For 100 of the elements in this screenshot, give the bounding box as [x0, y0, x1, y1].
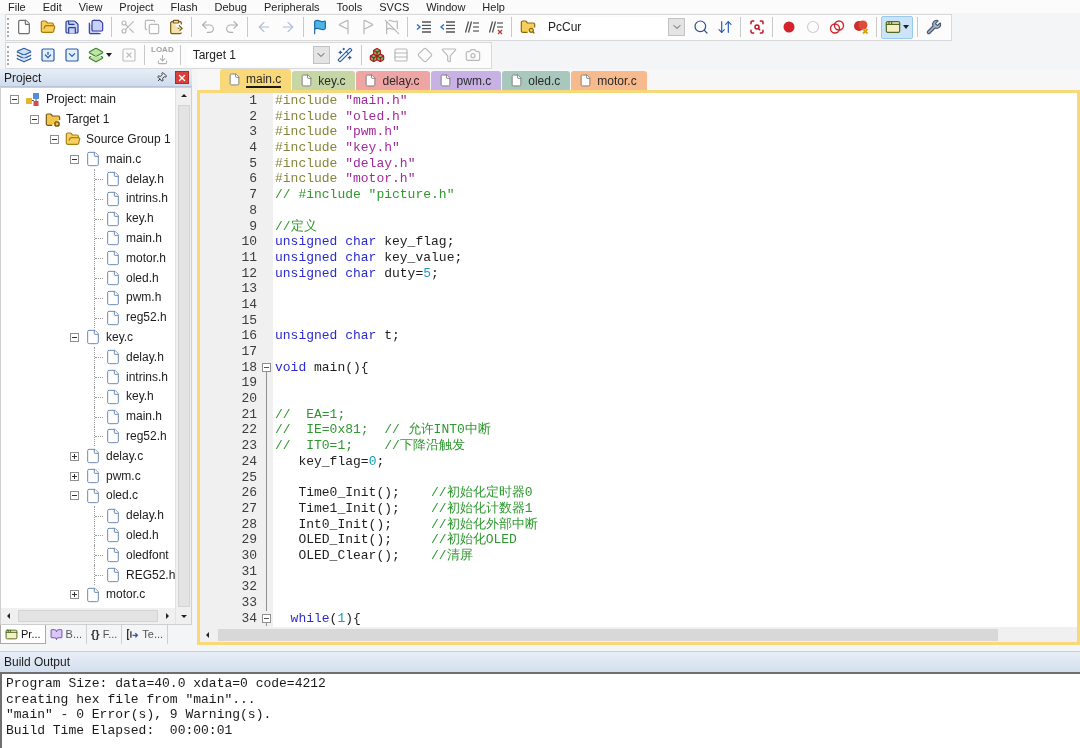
tree-item[interactable]: oledfont — [126, 547, 169, 563]
panel-title: Build Output — [4, 655, 71, 669]
line-number: 15 — [241, 312, 257, 329]
tree-item[interactable]: delay.h — [126, 508, 164, 524]
expand-toggle[interactable] — [69, 590, 79, 600]
file-icon — [105, 507, 121, 524]
tree-item[interactable]: reg52.h — [126, 428, 167, 444]
tree-item[interactable]: intrins.h — [126, 191, 169, 207]
menu-item[interactable]: Tools — [336, 0, 363, 13]
window-dropdown-button[interactable] — [881, 15, 913, 39]
menu-item[interactable]: Edit — [42, 0, 62, 13]
file-icon — [438, 74, 452, 87]
tree-item[interactable]: key.h — [126, 389, 154, 405]
tree-item[interactable]: main.h — [126, 230, 163, 246]
scrollbar-thumb[interactable] — [218, 628, 998, 641]
copy-icon — [143, 19, 160, 35]
build-output-line: Build Time Elapsed: 00:00:01 — [6, 722, 233, 739]
file-tab[interactable]: pwm.c — [430, 71, 502, 90]
tree-item[interactable]: delay.h — [126, 349, 164, 365]
collapse-toggle[interactable] — [9, 95, 19, 105]
line-number: 24 — [241, 453, 257, 470]
file-icon — [105, 230, 121, 247]
line-number: 4 — [249, 140, 257, 156]
panel-tab[interactable]: {} F... — [87, 625, 123, 644]
menu-item[interactable]: Peripherals — [263, 0, 320, 13]
tree-item[interactable]: Source Group 1 — [86, 132, 171, 147]
tree-item[interactable]: main.h — [126, 409, 163, 425]
file-tab[interactable]: oled.c — [502, 71, 571, 90]
file-icon — [85, 329, 101, 346]
scrollbar-thumb[interactable] — [18, 610, 158, 622]
tree-item[interactable]: motor.c — [106, 587, 146, 603]
line-number: 29 — [241, 532, 257, 548]
file-tab[interactable]: main.c — [220, 69, 292, 90]
diamond-icon — [417, 47, 434, 63]
box-chevron-down-icon — [63, 47, 80, 63]
tree-item[interactable]: pwm.c — [106, 468, 141, 484]
code-line: void main(){ — [275, 359, 369, 376]
tree-item[interactable]: key.c — [106, 329, 134, 345]
file-tab[interactable]: key.c — [292, 71, 356, 90]
line-number: 18 — [241, 359, 257, 376]
collapse-toggle[interactable] — [262, 614, 271, 624]
build-output-line: creating hex file from "main"... — [6, 691, 256, 708]
wrench-icon — [925, 19, 942, 35]
menu-item[interactable]: Window — [426, 0, 466, 13]
menu-item[interactable]: Project — [119, 0, 154, 13]
tree-item[interactable]: delay.h — [126, 171, 164, 187]
flag-off-icon — [383, 19, 400, 35]
menu-item[interactable]: SVCS — [379, 0, 410, 13]
collapse-toggle[interactable] — [69, 491, 79, 501]
collapse-toggle[interactable] — [49, 135, 59, 144]
menu-item[interactable]: Flash — [170, 0, 198, 13]
tree-item[interactable]: oled.h — [126, 270, 159, 286]
scan-magnifier-icon — [748, 19, 765, 35]
tree-item[interactable]: delay.c — [106, 448, 144, 464]
tree-item[interactable]: key.h — [126, 211, 154, 227]
tree-item[interactable]: REG52.h — [126, 567, 175, 583]
horizontal-scrollbar[interactable] — [200, 627, 1077, 642]
panel-tab[interactable]: B... — [45, 625, 88, 644]
tree-item[interactable]: intrins.h — [126, 369, 169, 385]
file-tab[interactable]: delay.c — [356, 71, 430, 90]
file-tab[interactable]: motor.c — [571, 71, 647, 90]
collapse-toggle[interactable] — [262, 363, 271, 373]
tree-item[interactable]: reg52.h — [126, 310, 167, 326]
expand-toggle[interactable] — [69, 471, 79, 481]
menu-item[interactable]: Debug — [214, 0, 247, 13]
vertical-scrollbar[interactable] — [175, 88, 191, 624]
collapse-toggle[interactable] — [29, 115, 39, 125]
line-number: 14 — [241, 296, 257, 313]
file-icon — [105, 270, 121, 287]
collapse-toggle[interactable] — [69, 154, 79, 164]
expand-toggle[interactable] — [69, 451, 79, 461]
panel-tab[interactable]: Te... — [122, 625, 169, 644]
rows-icon — [393, 47, 410, 63]
tree-item[interactable]: oled.h — [126, 527, 159, 543]
line-number: 22 — [241, 422, 257, 439]
code-line: //定义 — [275, 218, 317, 235]
file-icon — [579, 74, 593, 87]
tree-item[interactable]: oled.c — [106, 488, 139, 504]
code-line: OLED_Init(); //初始化OLED — [297, 532, 517, 548]
scroll-left-icon — [5, 612, 13, 620]
tree-item[interactable]: pwm.h — [126, 290, 162, 306]
two-circles-icon — [828, 19, 845, 35]
close-button[interactable] — [175, 71, 189, 84]
collapse-toggle[interactable] — [69, 332, 79, 342]
tree-item[interactable]: main.c — [106, 151, 142, 167]
horizontal-scrollbar[interactable] — [1, 608, 175, 624]
scroll-left-icon — [204, 630, 212, 639]
tree-item[interactable]: motor.h — [126, 250, 167, 266]
menu-item[interactable]: View — [78, 0, 103, 13]
file-icon — [510, 74, 524, 87]
menu-item[interactable]: File — [8, 0, 26, 13]
panel-tab[interactable]: Pr... — [0, 625, 46, 644]
menu-item[interactable]: Help — [482, 0, 505, 13]
tree-item[interactable]: Target 1 — [66, 112, 110, 128]
line-number: 11 — [241, 249, 257, 266]
tree-item[interactable]: Project: main — [46, 92, 117, 108]
dropdown-button[interactable] — [312, 46, 330, 64]
line-number: 6 — [249, 171, 257, 188]
scrollbar-thumb[interactable] — [177, 105, 190, 607]
code-line: // EA=1; — [275, 406, 346, 423]
